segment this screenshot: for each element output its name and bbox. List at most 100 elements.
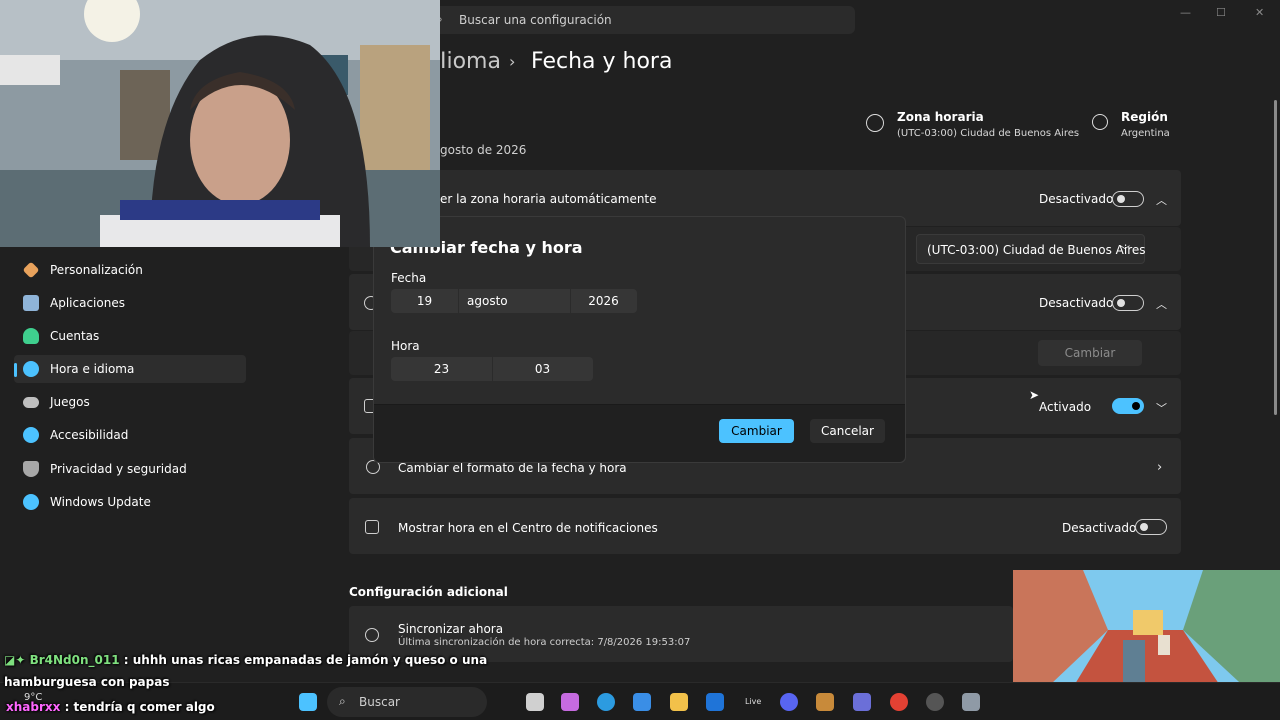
- sidebar-item-privacidad[interactable]: Privacidad y seguridad: [14, 455, 246, 483]
- sidebar-item-label: Cuentas: [50, 329, 100, 343]
- sidebar-item-label: Windows Update: [50, 495, 151, 509]
- brush-icon: [22, 261, 40, 279]
- auto-timezone-toggle[interactable]: [1112, 191, 1144, 207]
- dst-toggle[interactable]: [1112, 398, 1144, 414]
- breadcrumb-parent[interactable]: Iioma: [440, 49, 501, 74]
- shield-icon: [23, 461, 39, 477]
- chat-line-3: xhabrxx : tendría q comer algo: [6, 700, 215, 714]
- format-label: Cambiar el formato de la fecha y hora: [398, 461, 627, 475]
- store-icon[interactable]: [633, 693, 651, 711]
- auto-timezone-label: er la zona horaria automáticamente: [440, 192, 657, 206]
- search-icon: ⌕: [339, 694, 346, 708]
- notification-label: Mostrar hora en el Centro de notificacio…: [398, 521, 658, 535]
- hour-field[interactable]: 23: [391, 357, 492, 381]
- notification-clock-icon: [365, 520, 379, 534]
- outlook-icon[interactable]: [706, 693, 724, 711]
- time-zone-value: (UTC-03:00) Ciudad de Buenos Aires: [897, 128, 1080, 139]
- teams-icon[interactable]: [853, 693, 871, 711]
- globe-clock-icon: [23, 361, 39, 377]
- copilot-icon[interactable]: [561, 693, 579, 711]
- date-picker[interactable]: 19 agosto 2026: [391, 289, 637, 313]
- gamepad-icon: [23, 397, 39, 408]
- settings-gear-icon[interactable]: [962, 693, 980, 711]
- sidebar-item-label: Accesibilidad: [50, 428, 129, 442]
- chat-message: : uhhh unas ricas empanadas de jamón y q…: [123, 653, 488, 667]
- webcam-image: [0, 0, 440, 247]
- auto-time-toggle[interactable]: [1112, 295, 1144, 311]
- obs-icon[interactable]: [926, 693, 944, 711]
- sidebar-item-windows-update[interactable]: Windows Update: [14, 488, 246, 516]
- additional-section-title: Configuración adicional: [349, 585, 508, 599]
- discord-icon[interactable]: [780, 693, 798, 711]
- folder-icon[interactable]: [670, 693, 688, 711]
- picker-divider: [458, 289, 459, 313]
- time-zone-title: Zona horaria: [897, 110, 984, 124]
- game-app-icon[interactable]: [816, 693, 834, 711]
- sync-title: Sincronizar ahora: [398, 622, 504, 636]
- settings-search[interactable]: ⌕ Buscar una configuración: [430, 6, 855, 34]
- sidebar-item-label: Aplicaciones: [50, 296, 125, 310]
- cancel-button[interactable]: Cancelar: [810, 419, 885, 443]
- minute-field[interactable]: 03: [492, 357, 593, 381]
- person-icon: [23, 328, 39, 344]
- maximize-button[interactable]: ☐: [1216, 6, 1226, 19]
- sidebar-item-label: Juegos: [50, 395, 90, 409]
- chevron-down-icon[interactable]: ﹀: [1156, 400, 1167, 416]
- chat-username: Br4Nd0n_011: [29, 653, 120, 667]
- apps-icon: [23, 295, 39, 311]
- sidebar-item-personalizacion[interactable]: Personalización: [14, 256, 246, 284]
- page-title: Fecha y hora: [531, 49, 673, 74]
- taskbar-search-label: Buscar: [359, 695, 400, 709]
- scrollbar[interactable]: [1274, 100, 1277, 415]
- chat-message: : tendría q comer algo: [64, 700, 215, 714]
- chat-username: xhabrxx: [6, 700, 61, 714]
- dst-state: Activado: [1039, 400, 1092, 414]
- chevron-down-icon: ﹀: [1120, 246, 1130, 257]
- task-view-icon[interactable]: [526, 693, 544, 711]
- sidebar-item-hora-e-idioma[interactable]: Hora e idioma: [14, 355, 246, 383]
- sync-subtitle: Última sincronización de hora correcta: …: [398, 637, 691, 648]
- mouse-cursor-icon: ➤: [1029, 388, 1040, 402]
- webcam-overlay: [0, 0, 440, 247]
- current-date-text: gosto de 2026: [440, 143, 527, 157]
- close-button[interactable]: ✕: [1255, 6, 1264, 19]
- chat-user-icon: ◪✦: [4, 653, 30, 667]
- year-field[interactable]: 2026: [570, 289, 637, 313]
- auto-time-state: Desactivado: [1039, 296, 1114, 310]
- selection-indicator: [14, 363, 17, 377]
- timezone-dropdown[interactable]: (UTC-03:00) Ciudad de Buenos Aires ﹀: [916, 234, 1146, 264]
- globe-clock-icon: [866, 114, 884, 132]
- time-label: Hora: [391, 339, 420, 353]
- sidebar-item-juegos[interactable]: Juegos: [14, 388, 246, 416]
- minimize-button[interactable]: —: [1180, 6, 1191, 19]
- sidebar-item-label: Hora e idioma: [50, 362, 135, 376]
- start-icon[interactable]: [299, 693, 317, 711]
- sidebar-item-cuentas[interactable]: Cuentas: [14, 322, 246, 350]
- refresh-icon: [23, 494, 39, 510]
- region-value: Argentina: [1121, 128, 1170, 139]
- chat-message: hamburguesa con papas: [4, 675, 170, 689]
- sidebar-item-accesibilidad[interactable]: Accesibilidad: [14, 421, 246, 449]
- dialog-footer: Cambiar Cancelar: [374, 404, 905, 462]
- taskbar-search[interactable]: ⌕ Buscar: [327, 687, 487, 717]
- month-field[interactable]: agosto: [467, 289, 567, 313]
- edge-icon[interactable]: [597, 693, 615, 711]
- chevron-right-icon[interactable]: ›: [1157, 460, 1162, 475]
- sidebar-item-aplicaciones[interactable]: Aplicaciones: [14, 289, 246, 317]
- day-field[interactable]: 19: [391, 289, 458, 313]
- chevron-up-icon[interactable]: ︿: [1156, 192, 1167, 208]
- timezone-dropdown-value: (UTC-03:00) Ciudad de Buenos Aires: [927, 243, 1146, 257]
- chevron-up-icon[interactable]: ︿: [1156, 296, 1167, 312]
- chrome-icon[interactable]: [890, 693, 908, 711]
- search-placeholder: Buscar una configuración: [459, 13, 612, 27]
- sidebar-item-label: Personalización: [50, 263, 143, 277]
- region-title: Región: [1121, 110, 1168, 124]
- sync-icon: [365, 628, 379, 642]
- live-icon[interactable]: Live: [745, 697, 761, 706]
- confirm-button[interactable]: Cambiar: [719, 419, 794, 443]
- manual-change-button[interactable]: Cambiar: [1038, 340, 1142, 366]
- time-picker[interactable]: 23 03: [391, 357, 593, 381]
- notification-toggle[interactable]: [1135, 519, 1167, 535]
- notification-state: Desactivado: [1062, 521, 1137, 535]
- change-date-time-dialog: Cambiar fecha y hora Fecha 19 agosto 202…: [373, 216, 906, 463]
